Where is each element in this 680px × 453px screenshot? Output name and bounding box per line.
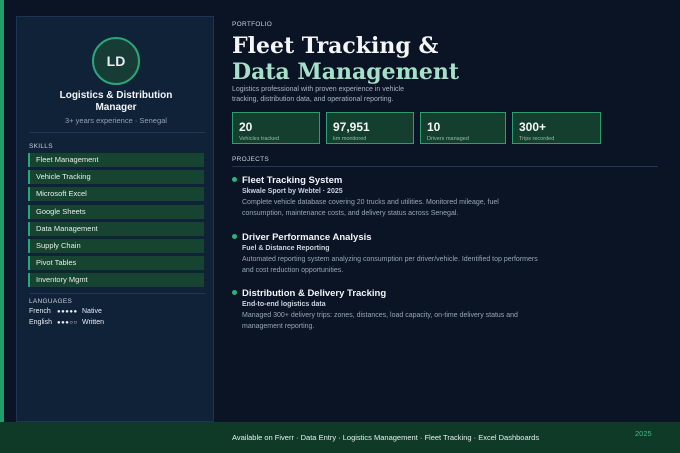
sidebar-divider: [29, 293, 205, 294]
bullet-dot-icon: [232, 177, 237, 182]
stat-card: 300+ Trips recorded: [512, 112, 601, 144]
footer-text: Available on Fiverr · Data Entry · Logis…: [232, 433, 540, 442]
project-title: Distribution & Delivery Tracking: [242, 288, 387, 299]
profile-sidebar: LD Logistics & Distribution Manager 3+ y…: [16, 16, 214, 422]
sidebar-divider: [29, 132, 205, 133]
project-description: Complete vehicle database covering 20 tr…: [242, 199, 499, 217]
language-level-dots: ●●●●●: [57, 309, 78, 315]
stat-label: Vehicles tracked: [239, 136, 280, 142]
language-name: English: [29, 319, 52, 326]
project-description: Managed 300+ delivery trips: zones, dist…: [242, 312, 518, 330]
stat-label: km monitored: [333, 136, 367, 142]
role-line-1: Logistics & Distribution: [59, 90, 173, 101]
profile-role: Logistics & Distribution Manager: [17, 90, 215, 114]
skill-item: Data Management: [28, 221, 204, 236]
skills-list: Fleet Management Vehicle Tracking Micros…: [28, 153, 204, 291]
project-subtitle: Skwale Sport by Webtel · 2025: [242, 188, 343, 195]
stat-label: Trips recorded: [519, 136, 555, 142]
skill-item: Fleet Management: [28, 153, 204, 167]
stat-card: 10 Drivers managed: [420, 112, 506, 144]
project-subtitle: End-to-end logistics data: [242, 301, 326, 308]
bullet-dot-icon: [232, 234, 237, 239]
language-name: French: [29, 308, 51, 315]
skill-item: Vehicle Tracking: [28, 170, 204, 185]
project-title: Fleet Tracking System: [242, 175, 343, 186]
stat-value: 10: [427, 120, 441, 134]
intro-text: Logistics professional with proven exper…: [232, 86, 404, 103]
language-level: Native: [82, 308, 102, 315]
avatar: LD: [92, 37, 140, 85]
skill-item: Microsoft Excel: [28, 187, 204, 202]
stat-card: 97,951 km monitored: [326, 112, 414, 144]
skill-item: Pivot Tables: [28, 256, 204, 271]
bullet-dot-icon: [232, 290, 237, 295]
accent-bar: [0, 0, 4, 453]
stat-label: Drivers managed: [427, 136, 469, 142]
project-description: Automated reporting system analyzing con…: [242, 256, 538, 274]
footer-bar: Available on Fiverr · Data Entry · Logis…: [0, 422, 680, 453]
projects-heading: PROJECTS: [232, 156, 270, 163]
stat-card: 20 Vehicles tracked: [232, 112, 320, 144]
skill-item: Inventory Mgmt: [28, 273, 204, 288]
stat-value: 97,951: [333, 120, 370, 134]
page-title-line-2: Data Management: [232, 59, 460, 85]
role-line-2: Manager: [95, 102, 137, 113]
language-level-dots: ●●●○○: [57, 320, 78, 326]
project-subtitle: Fuel & Distance Reporting: [242, 245, 330, 252]
projects-divider: [232, 166, 658, 167]
skill-item: Google Sheets: [28, 204, 204, 219]
stat-value: 20: [239, 120, 253, 134]
stat-value: 300+: [519, 120, 547, 134]
experience-text: 3+ years experience · Senegal: [65, 116, 167, 125]
portfolio-eyebrow: PORTFOLIO: [232, 21, 273, 28]
languages-heading: LANGUAGES: [29, 298, 73, 305]
skill-item: Supply Chain: [28, 238, 204, 253]
language-level: Written: [82, 319, 105, 326]
footer-year: 2025: [635, 429, 652, 438]
skills-heading: SKILLS: [29, 143, 53, 150]
project-title: Driver Performance Analysis: [242, 232, 372, 243]
page-title-line-1: Fleet Tracking &: [232, 33, 439, 59]
